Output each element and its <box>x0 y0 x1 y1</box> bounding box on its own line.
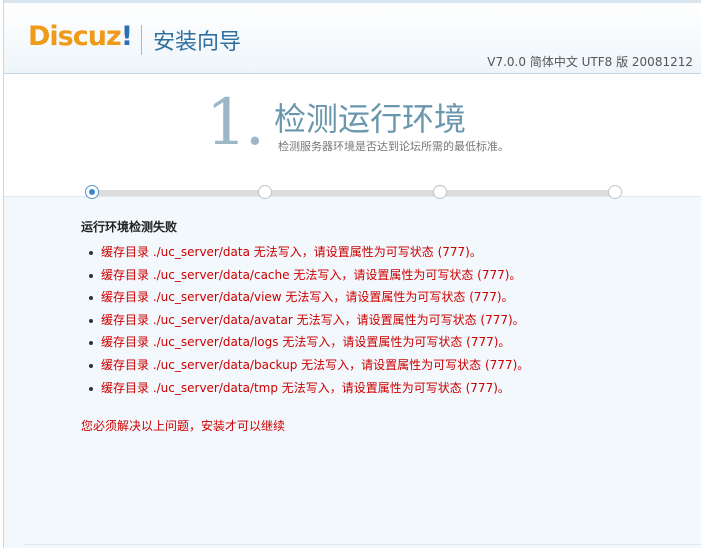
error-item: 缓存目录 ./uc_server/data/view 无法写入，请设置属性为可写… <box>87 286 681 309</box>
error-item: 缓存目录 ./uc_server/data/backup 无法写入，请设置属性为… <box>87 354 681 377</box>
step-dot-2 <box>258 185 272 199</box>
step-dot-3 <box>433 185 447 199</box>
error-item: 缓存目录 ./uc_server/data/cache 无法写入，请设置属性为可… <box>87 264 681 287</box>
step-dot-4 <box>608 185 622 199</box>
logo-text: Discuz <box>28 21 122 52</box>
step-dot-1 <box>85 185 99 199</box>
error-item: 缓存目录 ./uc_server/data/tmp 无法写入，请设置属性为可写状… <box>87 377 681 400</box>
progress-track <box>91 190 611 196</box>
logo-bang: ! <box>120 21 133 52</box>
result-title: 运行环境检测失败 <box>81 220 178 234</box>
error-list: 缓存目录 ./uc_server/data 无法写入，请设置属性为可写状态 (7… <box>81 241 681 399</box>
final-note: 您必须解决以上问题，安装才可以继续 <box>81 419 286 433</box>
version-info: V7.0.0 简体中文 UTF8 版 20081212 <box>487 55 693 69</box>
check-result: 运行环境检测失败 缓存目录 ./uc_server/data 无法写入，请设置属… <box>81 218 681 399</box>
discuz-logo: Discuz! <box>28 21 133 52</box>
installer-window: Discuz! 安装向导 V7.0.0 简体中文 UTF8 版 20081212… <box>3 0 701 548</box>
step-progress-bar <box>81 183 622 203</box>
app-title: 安装向导 <box>153 30 242 55</box>
logo-divider <box>141 25 142 55</box>
footer-divider <box>24 544 701 545</box>
step-description: 检测服务器环境是否达到论坛所需的最低标准。 <box>278 140 509 153</box>
error-item: 缓存目录 ./uc_server/data 无法写入，请设置属性为可写状态 (7… <box>87 241 681 264</box>
header: Discuz! 安装向导 V7.0.0 简体中文 UTF8 版 20081212 <box>4 0 701 74</box>
error-item: 缓存目录 ./uc_server/data/logs 无法写入，请设置属性为可写… <box>87 331 681 354</box>
step-number: 1. <box>206 86 265 160</box>
step-panel: 1. 检测运行环境 检测服务器环境是否达到论坛所需的最低标准。 <box>4 74 701 199</box>
step-title: 检测运行环境 <box>274 100 467 138</box>
error-item: 缓存目录 ./uc_server/data/avatar 无法写入，请设置属性为… <box>87 309 681 332</box>
